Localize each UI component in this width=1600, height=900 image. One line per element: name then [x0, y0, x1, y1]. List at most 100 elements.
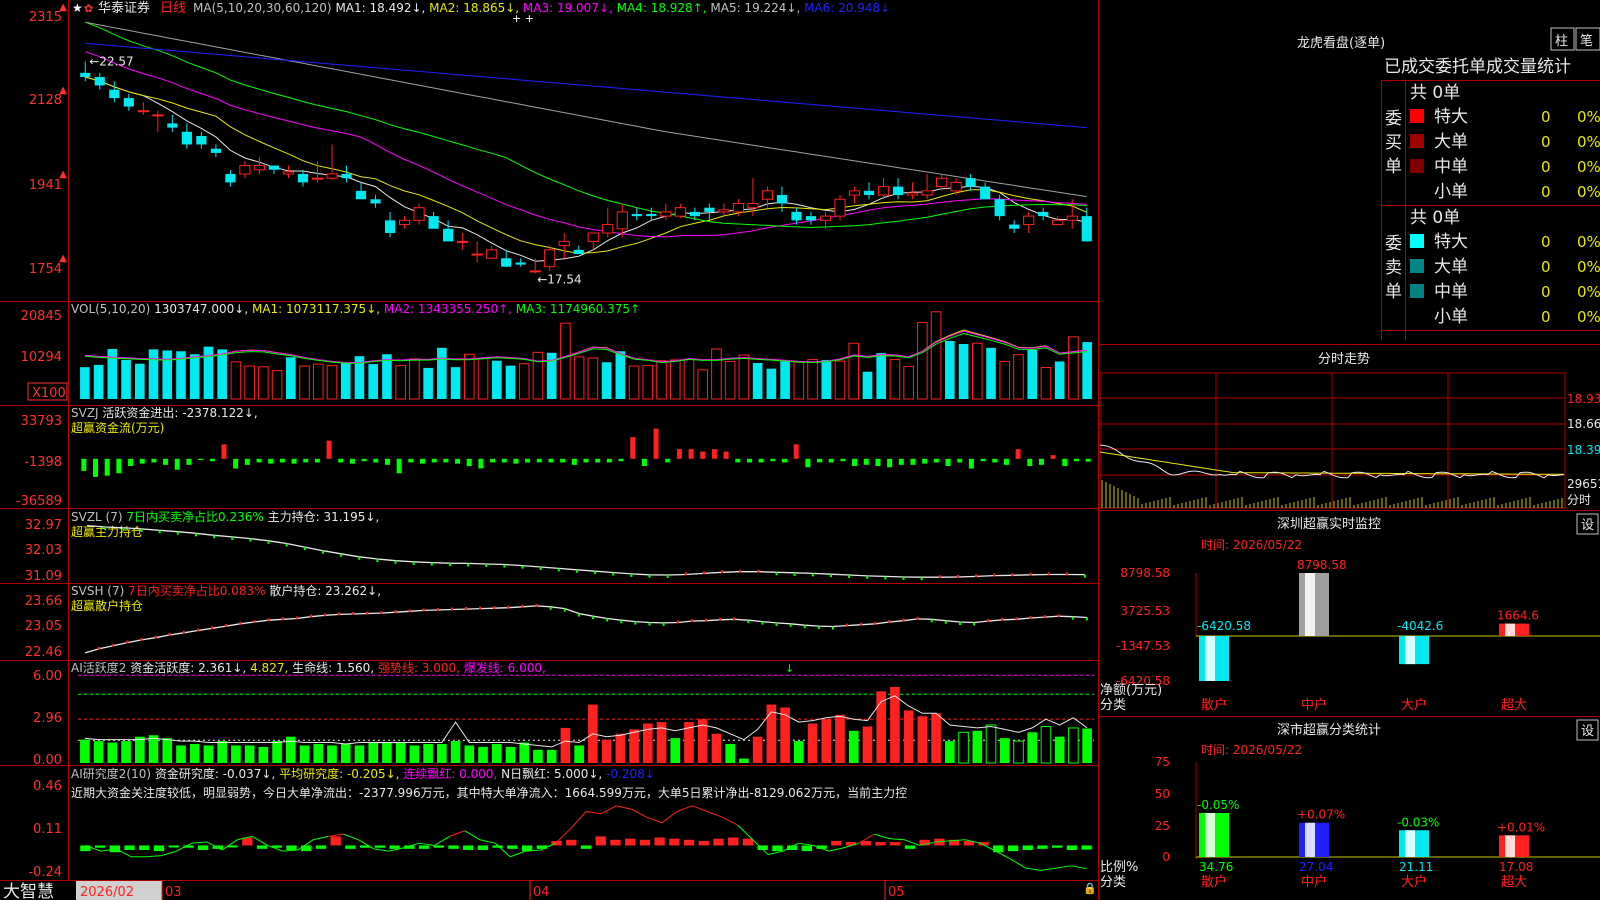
fund-flow-bar [198, 458, 204, 461]
bar-y-tick: -1347.53 [1116, 639, 1170, 653]
svsh-legend-text: SVSH (7) 7日内买卖净占比0.083% 散户持仓: 23.262↓, [71, 583, 381, 598]
svg-text:▲: ▲ [59, 2, 67, 13]
category-bar-highlight [1505, 623, 1515, 636]
activity-bar [203, 745, 214, 763]
retail-holding-marker [860, 622, 863, 626]
vol-legend-item: MA2: 1343355.250↑, [380, 302, 512, 316]
fund-flow-bar [933, 458, 939, 463]
main-holding-marker [775, 572, 778, 576]
dragon-title: 龙虎看盘(逐单) [1297, 35, 1385, 51]
main-holding-marker [321, 550, 324, 554]
activity-bar [464, 745, 475, 763]
category-value-label: +0.07% [1297, 808, 1345, 822]
retail-holding-marker [803, 625, 806, 629]
fund-flow-bar [256, 458, 262, 463]
volume-bar [437, 347, 447, 399]
lock-icon[interactable]: 🔒 [1083, 882, 1097, 895]
retail-holding-marker [563, 608, 566, 612]
category-value-label: -4042.6 [1397, 619, 1443, 633]
volume-bar [1013, 354, 1024, 400]
candle-body [196, 136, 207, 145]
candle-body [297, 173, 309, 183]
activity-bar [560, 727, 571, 763]
row-color-swatch [1410, 234, 1424, 248]
research-bar [418, 845, 430, 849]
fund-flow-bar [653, 428, 659, 459]
activity-bar [148, 735, 159, 763]
main-holding-marker [140, 528, 143, 532]
bar-y-tick: 3725.53 [1120, 604, 1170, 618]
price-ma-legend-item: MA6: 20.948↓ [800, 1, 890, 15]
row-count: 0 [1541, 283, 1551, 301]
fund-flow-bar [746, 458, 752, 463]
fund-flow-bar [303, 458, 309, 463]
research-bar [153, 845, 165, 852]
fund-flow-bar [408, 458, 414, 463]
fund-flow-bar [735, 458, 741, 463]
main-holding-marker [249, 538, 252, 542]
price-tick: 2128 [29, 93, 62, 108]
row-count: 0 [1541, 108, 1551, 126]
period-label[interactable]: 日线 [160, 1, 186, 16]
main-holding-marker [231, 536, 234, 540]
ai1-legend-item: 爆发线: 6.000, [460, 660, 546, 675]
price-tick: 2315 [29, 10, 62, 25]
main-holding-marker [1083, 574, 1086, 578]
ai1-legend-text: AI活跃度2 资金活跃度: 2.361↓, 4.827, 生命线: 1.560,… [71, 660, 546, 675]
volume-bar [258, 366, 269, 400]
main-holding-marker [757, 569, 760, 573]
fund-flow-bar [711, 449, 717, 459]
research-bar [610, 839, 621, 846]
volume-bar [903, 365, 914, 400]
fund-flow-bar [1003, 458, 1009, 465]
fund-flow-bar [279, 458, 285, 463]
svsh-legend-item: 7日内买卖净占比0.083% [124, 583, 265, 598]
candle-body [137, 110, 149, 113]
candle-body [1038, 211, 1049, 217]
buy-label-char: 单 [1385, 157, 1402, 177]
activity-bar [80, 739, 90, 763]
research-bar [286, 845, 297, 850]
research-bar [1081, 845, 1092, 850]
ai1-legend-item: 强势线: 3.000, [374, 661, 460, 675]
ai1-tick: 0.00 [33, 753, 62, 768]
fund-flow-bar [583, 458, 589, 463]
price-ma-legend: MA(5,10,20,30,60,120) MA1: 18.492↓, MA2:… [193, 1, 890, 15]
fund-flow-bar [128, 458, 134, 467]
svsh-tick: 23.05 [25, 619, 62, 634]
candle-body [501, 258, 512, 267]
fund-flow-bar [151, 458, 157, 463]
row-color-swatch [1410, 259, 1424, 273]
settings-gear-icon[interactable]: ✿ [84, 2, 93, 15]
price-tick: 1754 [29, 262, 62, 277]
stock-name: 华泰证券 [98, 0, 150, 16]
activity-bar [972, 730, 983, 763]
fund-flow-bar [478, 458, 484, 469]
volume-bar [560, 322, 571, 400]
candle-body [616, 211, 628, 230]
price-ma-legend-item: MA2: 18.865↓, [425, 1, 519, 15]
retail-holding-marker [549, 606, 552, 610]
main-holding-marker [594, 571, 597, 575]
retail-holding-marker [987, 619, 990, 623]
fund-flow-bar [525, 458, 531, 463]
candle-body [355, 190, 367, 200]
svzj-tick: 33793 [21, 414, 62, 429]
candle-body [544, 249, 556, 268]
activity-bar [258, 746, 269, 763]
kline-terminal-window: ★ ✿ 华泰证券 日线 MA(5,10,20,30,60,120) MA1: 1… [0, 0, 1600, 900]
candle-body [573, 249, 584, 255]
retail-holding-marker [140, 637, 143, 641]
fund-flow-bar [361, 458, 367, 462]
menu-star-icon[interactable]: ★ [72, 1, 83, 15]
candle-body [980, 186, 991, 200]
candle-body [515, 262, 526, 265]
fund-flow-bar [560, 458, 566, 463]
main-holding-marker [1065, 572, 1068, 576]
activity-bar [491, 744, 502, 763]
row-name: 特大 [1434, 232, 1468, 252]
retail-holding-marker [168, 632, 171, 636]
fund-flow-bar [326, 440, 332, 459]
fund-flow-bar [980, 458, 986, 462]
main-holding-marker [122, 527, 125, 531]
